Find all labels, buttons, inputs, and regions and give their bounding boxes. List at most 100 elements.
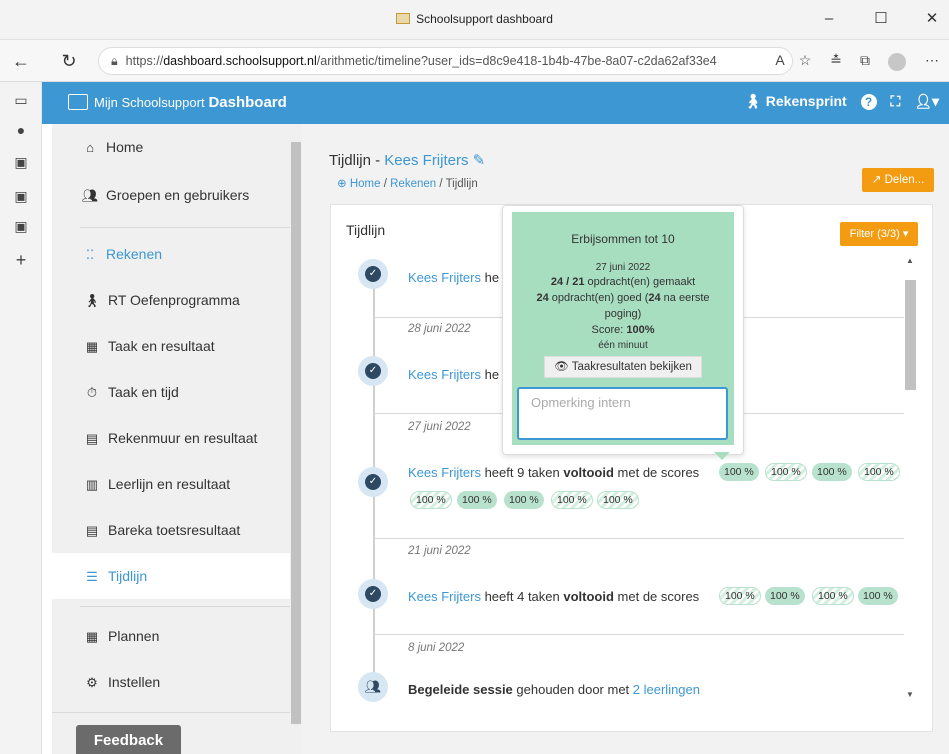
score-badge[interactable]: 100 %	[551, 491, 593, 509]
timeline-scrollbar-thumb[interactable]	[905, 280, 916, 390]
feedback-button[interactable]: Feedback	[76, 725, 181, 754]
popover-good-cont: poging)	[604, 308, 642, 320]
filter-button[interactable]: Filter (3/3) ▾	[840, 222, 918, 246]
wall-icon: ▤	[85, 431, 99, 446]
timeline-separator	[374, 538, 904, 539]
figure-icon: 🚶︎	[83, 293, 101, 308]
nav-item-leerlijn[interactable]: ▥ Leerlijn en resultaat	[52, 461, 290, 507]
popover-made: 24 / 21 opdracht(en) gemaakt	[550, 276, 696, 288]
nav-item-groups[interactable]: 👥︎ Groepen en gebruikers	[52, 172, 290, 218]
browser-titlebar: Schoolsupport dashboard – ☐ ✕	[0, 0, 949, 40]
users-icon: 👥︎	[81, 188, 99, 203]
students-link[interactable]: 2 leerlingen	[633, 682, 700, 697]
student-name-link[interactable]: Kees Frijters	[384, 152, 468, 169]
share-icon: ↗	[871, 174, 882, 186]
view-results-button[interactable]: 👁︎ Taakresultaten bekijken	[544, 356, 702, 378]
student-link[interactable]: Kees Frijters	[408, 465, 481, 480]
nav-item-taak-resultaat[interactable]: ▦ Taak en resultaat	[52, 323, 290, 369]
timeline-check-icon: ✓	[358, 356, 388, 386]
popover-good: 24 opdracht(en) goed (24 na eerste	[536, 292, 710, 304]
breadcrumb-home[interactable]: Home	[350, 178, 381, 190]
add-favorite-icon[interactable]: ☆	[795, 52, 815, 69]
timeline-check-icon: ✓	[358, 259, 388, 289]
score-badge[interactable]: 100 %	[410, 491, 452, 509]
score-badge[interactable]: 100 %	[765, 463, 807, 481]
app-icon-2[interactable]: ▣	[11, 186, 31, 206]
app-icon-3[interactable]: ▣	[11, 216, 31, 236]
app-icon[interactable]: ▣	[11, 152, 31, 172]
add-icon[interactable]: +	[11, 250, 31, 270]
edit-icon[interactable]: ✎	[473, 152, 486, 169]
chart-icon: ▦	[85, 339, 99, 354]
read-aloud-icon[interactable]: A	[770, 52, 790, 68]
share-button[interactable]: ↗ Delen...	[862, 168, 934, 192]
nav-item-instellen[interactable]: ⚙ Instellen	[52, 659, 290, 705]
student-link[interactable]: Kees Frijters	[408, 367, 481, 382]
profile-avatar[interactable]	[888, 53, 906, 71]
user-menu-icon[interactable]: 👤︎▾	[914, 93, 939, 109]
score-badge[interactable]: 100 %	[812, 587, 854, 605]
address-bar-row: ← ↻ 🔒︎ https://dashboard.schoolsupport.nl…	[0, 40, 949, 82]
breadcrumb-current: Tijdlijn	[445, 178, 478, 190]
score-badge[interactable]: 100 %	[457, 491, 497, 509]
timeline-entry: Begeleide sessie gehouden door met 2 lee…	[408, 682, 700, 697]
remark-textarea[interactable]: Opmerking intern	[517, 387, 728, 440]
collections-icon[interactable]: ⧉	[855, 52, 875, 69]
nav-scrollbar-thumb[interactable]	[291, 142, 301, 724]
breadcrumb-rekenen[interactable]: Rekenen	[390, 178, 436, 190]
score-badge[interactable]: 100 %	[719, 587, 761, 605]
timeline-date: 21 juni 2022	[408, 545, 471, 557]
nav-item-plannen[interactable]: ▦ Plannen	[52, 613, 290, 659]
refresh-button[interactable]: ↻	[58, 51, 80, 71]
extension-icon[interactable]: ●	[11, 120, 31, 140]
nav-divider	[80, 227, 290, 228]
score-badge[interactable]: 100 %	[504, 491, 544, 509]
maximize-button[interactable]: ☐	[866, 10, 896, 30]
favorites-icon[interactable]: ≛	[826, 52, 846, 69]
window-title: Schoolsupport dashboard	[0, 12, 949, 26]
timeline-separator	[374, 634, 904, 635]
score-badge[interactable]: 100 %	[719, 463, 759, 481]
student-link[interactable]: Kees Frijters	[408, 270, 481, 285]
breadcrumb: ⊕ Home / Rekenen / Tijdlijn	[337, 178, 478, 190]
timeline-date: 28 juni 2022	[408, 323, 471, 335]
nav-scrollbar[interactable]	[290, 124, 302, 754]
nav-item-tijdlijn[interactable]: ☰ Tijdlijn	[52, 553, 290, 599]
url-field[interactable]: 🔒︎ https://dashboard.schoolsupport.nl/ari…	[98, 47, 793, 75]
score-badge[interactable]: 100 %	[597, 491, 639, 509]
nav-item-rt-oefenprogramma[interactable]: 🚶︎ RT Oefenprogramma	[52, 277, 290, 323]
nav-item-taak-tijd[interactable]: ⏱︎ Taak en tijd	[52, 369, 290, 415]
lock-icon: 🔒︎	[111, 54, 118, 68]
back-button[interactable]: ←	[10, 51, 32, 71]
score-badge[interactable]: 100 %	[765, 587, 805, 605]
timeline-date: 27 juni 2022	[408, 421, 471, 433]
table-icon: ▤	[85, 523, 99, 538]
scroll-up-icon[interactable]: ▲	[906, 256, 914, 265]
side-nav: ⌂ Home 👥︎ Groepen en gebruikers ⁚⁚ Rekenen …	[52, 124, 290, 754]
home-icon: ⌂	[86, 140, 94, 155]
more-icon[interactable]: ⋯	[922, 52, 942, 69]
help-icon[interactable]: ?	[860, 94, 877, 110]
timeline-entry: Kees Frijters heeft 9 taken voltooid met…	[408, 465, 700, 480]
scroll-down-icon[interactable]: ▼	[906, 690, 914, 699]
nav-item-rekenmuur[interactable]: ▤ Rekenmuur en resultaat	[52, 415, 290, 461]
nav-divider	[80, 606, 290, 607]
nav-item-rekenen[interactable]: ⁚⁚ Rekenen	[52, 231, 290, 277]
fullscreen-icon[interactable]: ⛶	[890, 93, 900, 109]
minimize-button[interactable]: –	[814, 10, 844, 30]
tabs-icon[interactable]: ▭	[11, 90, 31, 110]
popover-duration: één minuut	[598, 340, 648, 351]
score-badge[interactable]: 100 %	[858, 587, 898, 605]
score-badge[interactable]: 100 %	[858, 463, 900, 481]
nav-item-home[interactable]: ⌂ Home	[52, 124, 290, 170]
nav-divider	[52, 712, 290, 713]
student-link[interactable]: Kees Frijters	[408, 589, 481, 604]
popover-title: Erbijsommen tot 10	[571, 232, 675, 246]
timeline-check-icon: ✓	[358, 579, 388, 609]
nav-item-bareka[interactable]: ▤ Bareka toetsresultaat	[52, 507, 290, 553]
app-switch-link[interactable]: Rekensprint	[766, 93, 847, 109]
timeline-scrollbar[interactable]: ▲ ▼	[903, 252, 918, 706]
brand[interactable]: Mijn Schoolsupport Dashboard	[68, 94, 287, 111]
score-badge[interactable]: 100 %	[812, 463, 852, 481]
close-window-button[interactable]: ✕	[917, 10, 947, 30]
